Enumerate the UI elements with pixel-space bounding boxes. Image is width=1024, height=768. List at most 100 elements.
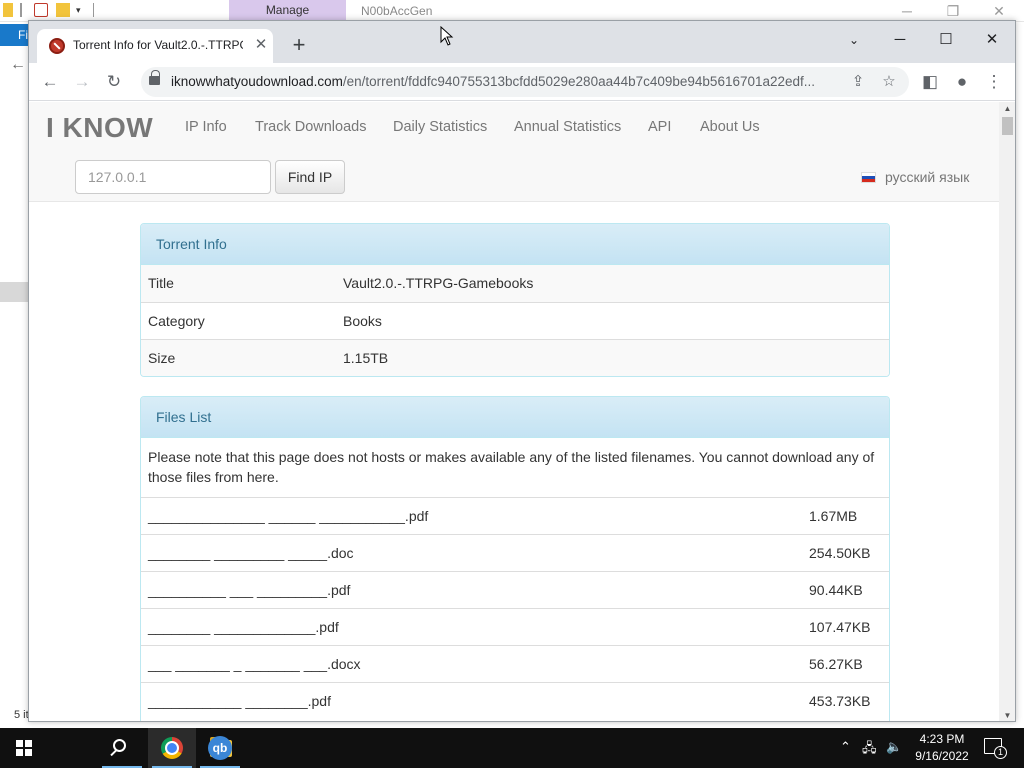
back-arrow-icon[interactable]: ← (37, 69, 63, 95)
file-name: __________ ___ _________.pdf (148, 582, 351, 598)
page-scrollbar[interactable]: ▲ ▼ (999, 102, 1015, 721)
profile-avatar-icon[interactable]: ● (949, 69, 975, 95)
notification-count-badge: 1 (994, 746, 1007, 759)
nav-daily-statistics[interactable]: Daily Statistics (393, 119, 487, 135)
new-tab-button[interactable]: + (287, 33, 311, 57)
properties-icon[interactable] (34, 3, 48, 17)
menu-kebab-icon[interactable]: ⋮ (981, 69, 1007, 95)
files-list-panel: Files List Please note that this page do… (140, 396, 890, 721)
separator (93, 3, 94, 17)
scroll-down-arrow-icon[interactable]: ▼ (999, 709, 1015, 721)
file-row: __________ ___ _________.pdf 90.44KB (141, 571, 889, 608)
nav-about-us[interactable]: About Us (700, 119, 760, 135)
scrollbar-thumb[interactable] (1002, 117, 1013, 135)
scroll-up-arrow-icon[interactable]: ▲ (999, 102, 1015, 116)
minimize-button[interactable]: ─ (884, 0, 930, 22)
file-name: _______________ ______ ___________.pdf (148, 508, 429, 524)
file-row: ________ _________ _____.doc 254.50KB (141, 534, 889, 571)
language-label: русский язык (885, 169, 970, 185)
chrome-taskbar-button[interactable] (148, 728, 196, 768)
tab-close-icon[interactable]: ✕ (251, 35, 271, 55)
windows-logo-icon (16, 740, 32, 756)
selected-list-item[interactable] (0, 282, 28, 302)
bookmark-star-icon[interactable]: ☆ (877, 70, 901, 94)
maximize-button[interactable]: ❐ (930, 0, 976, 22)
row-value: Books (343, 313, 382, 329)
file-explorer-taskbar-button[interactable] (98, 728, 232, 768)
close-button[interactable]: ✕ (976, 0, 1022, 22)
tab-search-chevron-icon[interactable]: ⌄ (831, 27, 877, 53)
site-favicon-icon (49, 38, 65, 54)
panel-heading: Files List (141, 397, 889, 438)
nav-api[interactable]: API (648, 119, 671, 135)
clock-date: 9/16/2022 (915, 749, 969, 763)
forward-arrow-icon[interactable]: → (69, 69, 95, 95)
nav-track-downloads[interactable]: Track Downloads (255, 119, 366, 135)
browser-toolbar: ← → ↻ iknowwhatyoudownload.com/en/torren… (29, 63, 1015, 101)
separator (20, 3, 22, 17)
ip-search-input[interactable]: 127.0.0.1 (75, 160, 271, 194)
url-host: iknowwhatyoudownload.com (171, 74, 343, 89)
ribbon-file-tab[interactable]: Fi (0, 24, 28, 46)
file-name: ____________ ________.pdf (148, 693, 331, 709)
row-label: Size (148, 350, 176, 366)
network-icon[interactable]: 🖧 (862, 739, 877, 761)
url-text[interactable]: iknowwhatyoudownload.com/en/torrent/fddf… (171, 74, 831, 89)
show-hidden-icons-chevron-icon[interactable]: ⌃ (840, 739, 851, 755)
side-panel-icon[interactable]: ◧ (917, 69, 943, 95)
search-button[interactable] (48, 728, 126, 768)
file-row: ________ _____________.pdf 107.47KB (141, 608, 889, 645)
file-size: 453.73KB (809, 693, 871, 709)
back-arrow-icon[interactable]: ← (10, 56, 26, 74)
language-switch-link[interactable]: русский язык (861, 169, 969, 185)
address-bar[interactable]: iknowwhatyoudownload.com/en/torrent/fddf… (141, 67, 909, 97)
minimize-button[interactable]: ─ (877, 27, 923, 53)
folder-icon (3, 3, 13, 17)
site-brand-logo[interactable]: I KNOW (46, 112, 153, 144)
row-label: Category (148, 313, 205, 329)
file-size: 90.44KB (809, 582, 863, 598)
customize-quick-access-icon[interactable]: ▾ (76, 3, 90, 17)
mouse-cursor-icon (440, 26, 454, 46)
row-value: 1.15TB (343, 350, 389, 366)
browser-window: Torrent Info for Vault2.0.-.TTRPG-Gamebo… (28, 20, 1016, 722)
system-clock[interactable]: 4:23 PM 9/16/2022 (912, 731, 972, 765)
page-viewport: I KNOW IP Info Track Downloads Daily Sta… (29, 102, 999, 721)
chrome-icon (161, 737, 183, 759)
table-row: Size 1.15TB (141, 339, 889, 376)
new-folder-icon[interactable] (56, 3, 70, 17)
qbittorrent-icon: qb (208, 736, 232, 760)
share-icon[interactable]: ⇪ (846, 70, 870, 94)
ribbon-tab-manage[interactable]: Manage (229, 0, 346, 22)
info-table: Title Vault2.0.-.TTRPG-Gamebooks Categor… (141, 265, 889, 376)
background-window-titlebar: ▾ Manage N00bAccGen ─ ❐ ✕ (0, 0, 1024, 22)
close-button[interactable]: ✕ (969, 27, 1015, 53)
site-navbar: I KNOW IP Info Track Downloads Daily Sta… (29, 102, 999, 202)
background-window-edge (1015, 22, 1024, 722)
start-button[interactable] (0, 728, 48, 768)
file-row: ___ _______ _ _______ ___.docx 56.27KB (141, 645, 889, 682)
file-size: 107.47KB (809, 619, 871, 635)
file-size: 1.67MB (809, 508, 858, 524)
maximize-button[interactable]: ☐ (923, 27, 969, 53)
browser-tab[interactable]: Torrent Info for Vault2.0.-.TTRPG-Gamebo… (37, 29, 273, 63)
qbittorrent-taskbar-button[interactable]: qb (196, 728, 244, 768)
file-row: _______________ ______ ___________.pdf 1… (141, 497, 889, 534)
find-ip-button[interactable]: Find IP (275, 160, 345, 194)
table-row: Title Vault2.0.-.TTRPG-Gamebooks (141, 265, 889, 302)
file-row: ____________ ________.pdf 453.73KB (141, 682, 889, 719)
nav-annual-statistics[interactable]: Annual Statistics (514, 119, 621, 135)
torrent-info-panel: Torrent Info Title Vault2.0.-.TTRPG-Game… (140, 223, 890, 377)
volume-icon[interactable]: 🔈 (886, 739, 902, 755)
nav-ip-info[interactable]: IP Info (185, 119, 227, 135)
reload-icon[interactable]: ↻ (101, 69, 127, 95)
tab-strip: Torrent Info for Vault2.0.-.TTRPG-Gamebo… (29, 21, 1015, 63)
url-path: /en/torrent/fddfc940755313bcfdd5029e280a… (342, 74, 816, 89)
row-label: Title (148, 275, 174, 291)
clock-time: 4:23 PM (919, 732, 965, 746)
panel-heading: Torrent Info (141, 224, 889, 265)
file-name: ________ _________ _____.doc (148, 545, 354, 561)
file-size: 56.27KB (809, 656, 863, 672)
file-name: ________ _____________.pdf (148, 619, 339, 635)
lock-icon[interactable] (149, 70, 160, 85)
